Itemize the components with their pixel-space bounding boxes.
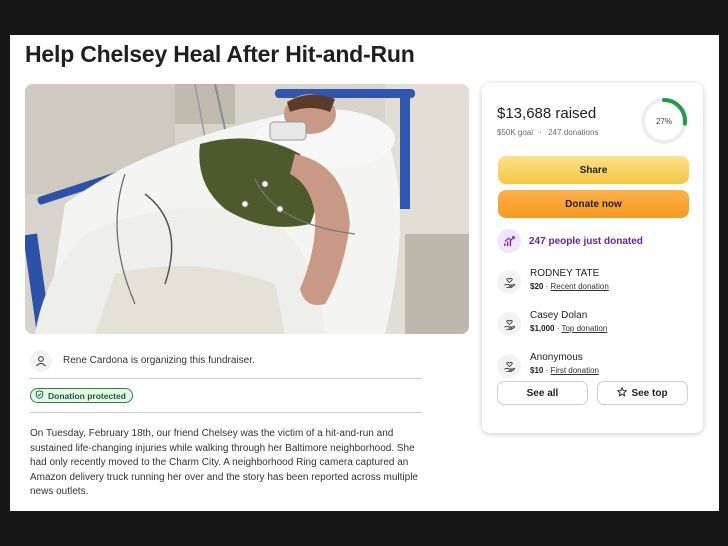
- recent-donations-trend: 247 people just donated: [497, 229, 643, 253]
- donation-protected-label: Donation protected: [48, 390, 126, 401]
- fundraiser-page: Help Chelsey Heal After Hit-and-Run Rene…: [10, 35, 719, 511]
- donation-count: 247 donations: [548, 128, 599, 137]
- amount-raised: $13,688 raised: [497, 105, 597, 122]
- page-title: Help Chelsey Heal After Hit-and-Run: [25, 41, 415, 67]
- donate-now-button[interactable]: Donate now: [498, 190, 689, 218]
- see-all-button[interactable]: See all: [497, 381, 588, 405]
- detail-separator: ·: [556, 324, 560, 333]
- goal-amount: $50K goal: [497, 128, 534, 137]
- donor-item: Casey Dolan $1,000 · Top donation: [497, 310, 607, 336]
- see-top-label: See top: [631, 387, 668, 399]
- detail-separator: ·: [545, 282, 549, 291]
- meta-separator: ·: [539, 128, 542, 137]
- see-all-label: See all: [526, 387, 559, 399]
- donor-detail: $1,000 · Top donation: [530, 324, 607, 333]
- progress-percent: 27%: [655, 116, 672, 126]
- donor-amount: $1,000: [530, 324, 555, 333]
- donor-detail: $10 · First donation: [530, 366, 599, 375]
- donor-item: RODNEY TATE $20 · Recent donation: [497, 268, 609, 294]
- fundraiser-photo[interactable]: [25, 84, 469, 334]
- share-button[interactable]: Share: [498, 156, 689, 184]
- donor-name: RODNEY TATE: [530, 268, 600, 279]
- donation-hand-icon: [497, 270, 521, 294]
- story-text: On Tuesday, February 18th, our friend Ch…: [30, 428, 418, 498]
- donor-amount: $10: [530, 366, 544, 375]
- protection-row: Donation protected: [30, 379, 422, 413]
- recent-donation-link[interactable]: Recent donation: [551, 282, 609, 291]
- star-icon: [617, 386, 628, 400]
- see-top-button[interactable]: See top: [597, 381, 688, 405]
- donation-card: $13,688 raised $50K goal · 247 donations…: [482, 83, 703, 433]
- first-donation-link[interactable]: First donation: [551, 366, 599, 375]
- goal-meta: $50K goal · 247 donations: [497, 128, 598, 137]
- trend-text: 247 people just donated: [529, 235, 643, 247]
- detail-separator: ·: [545, 366, 549, 375]
- donor-detail: $20 · Recent donation: [530, 282, 609, 291]
- organizer-text: Rene Cardona is organizing this fundrais…: [63, 355, 255, 366]
- top-donation-link[interactable]: Top donation: [561, 324, 607, 333]
- donor-name: Casey Dolan: [530, 310, 588, 321]
- donation-protected-badge[interactable]: Donation protected: [30, 388, 133, 403]
- user-icon: [30, 349, 52, 372]
- organizer-row: Rene Cardona is organizing this fundrais…: [30, 343, 422, 379]
- shield-check-icon: [35, 390, 44, 401]
- donor-item: Anonymous $10 · First donation: [497, 352, 599, 378]
- donation-hand-icon: [497, 312, 521, 336]
- donation-hand-icon: [497, 354, 521, 378]
- trending-up-icon: [497, 229, 521, 253]
- donor-amount: $20: [530, 282, 544, 291]
- donor-name: Anonymous: [530, 352, 583, 363]
